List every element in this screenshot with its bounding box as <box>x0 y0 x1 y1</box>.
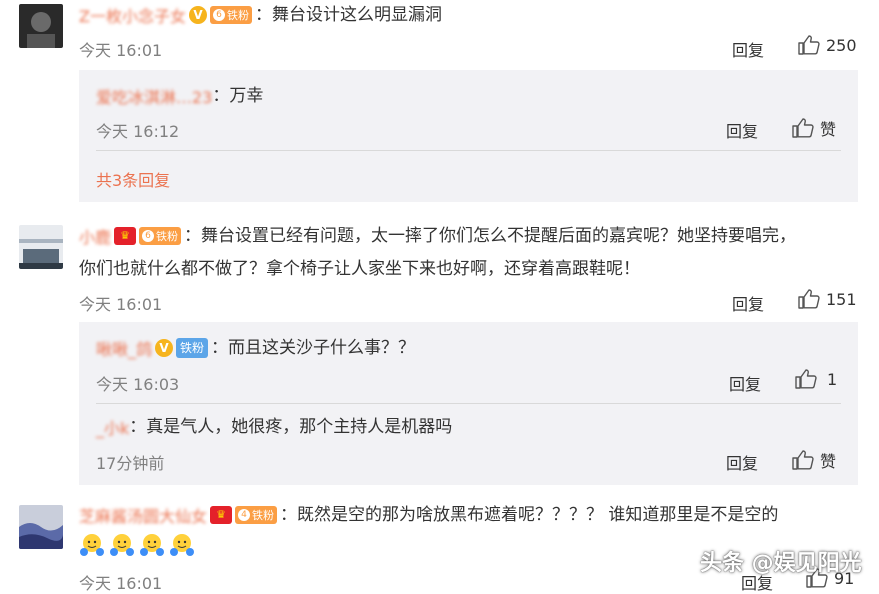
fan-badge[interactable]: 6 铁粉 <box>139 227 182 245</box>
thumbs-up-icon <box>792 118 814 138</box>
fan-level: 4 <box>238 509 251 521</box>
thumbs-up-icon <box>795 369 817 389</box>
fan-badge-label: 铁粉 <box>156 230 179 243</box>
like-label: 赞 <box>820 120 837 139</box>
like-count: 250 <box>826 35 857 55</box>
reply-text: ：真是气人，她很疼，那个主持人是机器吗 <box>129 417 453 437</box>
like-button[interactable]: 151 <box>798 289 857 309</box>
comment-time: 今天 16:01 <box>79 574 163 593</box>
avatar[interactable] <box>19 505 63 549</box>
comment-text-continued: 你们也就什么都不做了？拿个椅子让人家坐下来也好啊，还穿着高跟鞋呢！ <box>79 259 640 279</box>
reply-header: _小k ：真是气人，她很疼，那个主持人是机器吗 <box>96 414 452 440</box>
divider <box>96 403 841 404</box>
fan-level: 6 <box>142 230 155 242</box>
avatar[interactable] <box>19 4 63 48</box>
like-button[interactable]: 1 <box>795 369 837 389</box>
hug-emoji-icon <box>80 534 104 556</box>
comment-header: 小鹿 ♛ 6 铁粉 ：舞台设置已经有问题，太一摔了你们怎么不提醒后面的嘉宾呢？她坚… <box>79 223 796 249</box>
verified-icon: V <box>155 339 174 357</box>
reply-time: 17分钟前 <box>96 454 165 473</box>
reply-username[interactable]: _小k <box>96 415 129 439</box>
comment-text: ：舞台设计这么明显漏洞 <box>254 5 442 25</box>
reply-button[interactable]: 回复 <box>726 118 758 142</box>
fan-badge-label: 铁粉 <box>252 509 275 522</box>
member-badge-icon: ♛ <box>114 227 137 245</box>
username[interactable]: 芝麻酱汤圆大仙女 <box>79 503 207 527</box>
comment-time: 今天 16:01 <box>79 295 163 314</box>
hug-emoji-icon <box>170 534 194 556</box>
reply-username[interactable]: 啾啾_鸽 <box>96 336 152 360</box>
member-badge-icon: ♛ <box>210 506 233 524</box>
username[interactable]: 小鹿 <box>79 224 111 248</box>
hug-emoji-icon <box>140 534 164 556</box>
fan-badge[interactable]: 铁粉 <box>176 338 209 358</box>
like-button[interactable]: 赞 <box>792 116 836 140</box>
verified-icon: V <box>188 6 207 24</box>
thumbs-up-icon <box>792 450 814 470</box>
emoji-row <box>79 532 195 558</box>
comment-header: Z一枚小念子女 V 6 铁粉 ：舞台设计这么明显漏洞 <box>79 4 442 26</box>
fan-badge[interactable]: 4 铁粉 <box>235 506 278 524</box>
reply-text: ：万幸 <box>212 86 264 106</box>
like-button[interactable]: 250 <box>798 35 857 55</box>
watermark: 头条 @娱见阳光 <box>700 551 862 576</box>
thumbs-up-icon <box>798 35 820 55</box>
reply-button[interactable]: 回复 <box>732 37 764 61</box>
reply-header: 爱吃冰淇淋…23 ：万幸 <box>96 83 263 109</box>
divider <box>96 150 841 151</box>
more-replies-link[interactable]: 共3条回复 <box>96 167 170 191</box>
reply-button[interactable]: 回复 <box>726 450 758 474</box>
reply-button[interactable]: 回复 <box>732 291 764 315</box>
comment-time: 今天 16:01 <box>79 41 163 60</box>
comment-header: 芝麻酱汤圆大仙女 ♛ 4 铁粉 ：既然是空的那为啥放黑布遮着呢？？？？ 谁知道那里… <box>79 502 778 528</box>
fan-badge-label: 铁粉 <box>226 9 249 22</box>
comment-text: ：舞台设置已经有问题，太一摔了你们怎么不提醒后面的嘉宾呢？她坚持要唱完， <box>184 226 797 246</box>
username[interactable]: Z一枚小念子女 <box>79 3 186 27</box>
like-label: 赞 <box>820 452 837 471</box>
like-count: 151 <box>826 289 857 309</box>
hug-emoji-icon <box>110 534 134 556</box>
like-button[interactable]: 赞 <box>792 448 836 472</box>
reply-time: 今天 16:12 <box>96 122 180 141</box>
fan-badge[interactable]: 6 铁粉 <box>209 6 252 24</box>
reply-button[interactable]: 回复 <box>729 371 761 395</box>
fan-level: 6 <box>212 9 225 21</box>
reply-header: 啾啾_鸽 V 铁粉 ：而且这关沙子什么事？？ <box>96 336 415 360</box>
reply-text: ：而且这关沙子什么事？？ <box>211 338 416 358</box>
reply-username[interactable]: 爱吃冰淇淋…23 <box>96 84 212 108</box>
reply-time: 今天 16:03 <box>96 375 180 394</box>
like-count: 1 <box>827 369 838 389</box>
thumbs-up-icon <box>798 289 820 309</box>
comment-text: ：既然是空的那为啥放黑布遮着呢？？？？ 谁知道那里是不是空的 <box>280 505 779 525</box>
avatar[interactable] <box>19 225 63 269</box>
